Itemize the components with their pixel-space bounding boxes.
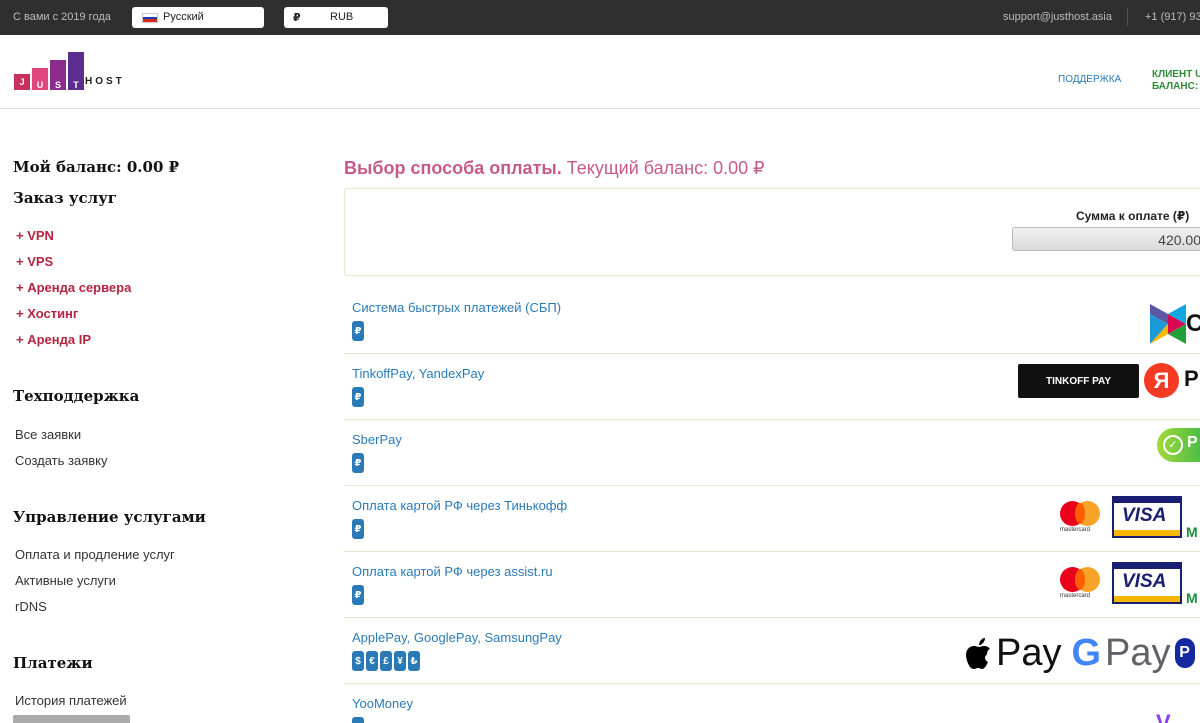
current-balance: Текущий баланс: 0.00 ₽ (561, 158, 765, 178)
my-balance: Мой баланс: 0.00 ₽ (13, 158, 180, 176)
google-icon: G (1071, 631, 1102, 674)
logo-letter-s: S (50, 60, 66, 90)
support-email-link[interactable]: support@justhost.asia (1003, 11, 1112, 23)
payment-method-row[interactable]: ApplePay, GooglePay, SamsungPay $ € £ ¥ … (344, 618, 1200, 684)
currency-badge: ₺ (408, 651, 420, 671)
tinkoff-pay-logo: TINKOFF PAY (1018, 364, 1139, 398)
page-title-main: Выбор способа оплаты. (344, 158, 562, 178)
mastercard-text: mastercard (1060, 527, 1091, 533)
yandex-pay-text: P (1184, 366, 1199, 391)
yoomoney-logo: V (1156, 710, 1171, 723)
russia-flag-icon (142, 13, 158, 23)
payment-method-row[interactable]: Оплата картой РФ через Тинькофф ₽ master… (344, 486, 1200, 552)
currency-badge: ₽ (352, 717, 364, 723)
payment-method-row[interactable]: Оплата картой РФ через assist.ru ₽ maste… (344, 552, 1200, 618)
page-title: Выбор способа оплаты. Текущий баланс: 0.… (344, 158, 765, 179)
currency-select[interactable]: ₽ RUB (284, 7, 388, 28)
currency-badge: € (366, 651, 378, 671)
site-header: J U S T HOST ПОДДЕРЖКА КЛИЕНТ U БАЛАНС: (0, 35, 1200, 109)
currency-label: RUB (330, 11, 354, 23)
payment-method-row[interactable]: SberPay ₽ ✓ P (344, 420, 1200, 486)
order-ip-link[interactable]: + Аренда IP (16, 332, 91, 347)
currency-badge: ₽ (352, 387, 364, 407)
support-heading: Техподдержка (13, 387, 140, 405)
payment-method-row[interactable]: TinkoffPay, YandexPay ₽ TINKOFF PAY Я P (344, 354, 1200, 420)
apple-pay-text: Pay (996, 631, 1062, 674)
payment-method-name[interactable]: TinkoffPay, YandexPay (352, 366, 484, 381)
payment-method-name[interactable]: ApplePay, GooglePay, SamsungPay (352, 630, 562, 645)
visa-logo: VISA (1112, 562, 1182, 604)
currency-badge: ¥ (394, 651, 406, 671)
amount-label: Сумма к оплате (₽) (1076, 209, 1190, 223)
visa-text: VISA (1122, 505, 1167, 526)
ruble-icon: ₽ (293, 12, 301, 24)
sberpay-logo-text: P (1187, 434, 1198, 451)
currency-badge: ₽ (352, 585, 364, 605)
logo-host-text: HOST (85, 76, 125, 87)
order-server-link[interactable]: + Аренда сервера (16, 280, 131, 295)
sbp-logo-text: С (1186, 310, 1200, 337)
divider (1127, 8, 1128, 26)
active-services-link[interactable]: Активные услуги (15, 573, 116, 588)
mastercard-logo: mastercard (1058, 499, 1106, 537)
mir-logo: M (1186, 524, 1198, 540)
logo-letter-u: U (32, 68, 48, 90)
order-services-heading: Заказ услуг (13, 189, 117, 207)
mir-logo: M (1186, 590, 1198, 606)
language-select[interactable]: Русский (132, 7, 264, 28)
mastercard-text: mastercard (1060, 593, 1091, 599)
visa-logo: VISA (1112, 496, 1182, 538)
manage-services-heading: Управление услугами (13, 508, 206, 526)
check-icon: ✓ (1163, 435, 1183, 455)
samsung-pay-icon: P (1174, 638, 1195, 668)
payment-method-row[interactable]: YooMoney ₽ V (344, 684, 1200, 723)
payment-method-name[interactable]: Оплата картой РФ через Тинькофф (352, 498, 567, 513)
currency-badge: ₽ (352, 519, 364, 539)
currency-badge: £ (380, 651, 392, 671)
client-balance: БАЛАНС: (1152, 81, 1199, 92)
currency-badge: $ (352, 651, 364, 671)
payment-history-link[interactable]: История платежей (15, 693, 127, 708)
top-bar: С вами с 2019 года Русский ₽ RUB support… (0, 0, 1200, 35)
rdns-link[interactable]: rDNS (15, 599, 47, 614)
phone-link[interactable]: +1 (917) 93 (1145, 11, 1200, 23)
client-name: КЛИЕНТ U (1152, 69, 1200, 80)
payment-method-name[interactable]: SberPay (352, 432, 402, 447)
sbp-logo-icon: С (1150, 304, 1200, 344)
since-text: С вами с 2019 года (13, 11, 111, 23)
mastercard-logo: mastercard (1058, 565, 1106, 603)
language-label: Русский (163, 11, 204, 23)
visa-text: VISA (1122, 571, 1167, 592)
create-ticket-link[interactable]: Создать заявку (15, 453, 108, 468)
payment-method-name[interactable]: Оплата картой РФ через assist.ru (352, 564, 553, 579)
nav-support-link[interactable]: ПОДДЕРЖКА (1058, 74, 1121, 85)
sberpay-logo: ✓ P (1157, 428, 1200, 462)
order-hosting-link[interactable]: + Хостинг (16, 306, 78, 321)
wallet-pay-logos: Pay G Pay P (966, 628, 1195, 678)
pay-renew-link[interactable]: Оплата и продление услуг (15, 547, 175, 562)
payment-method-name[interactable]: Система быстрых платежей (СБП) (352, 300, 561, 315)
amount-input[interactable]: 420.00 (1012, 227, 1200, 251)
currency-badge: ₽ (352, 453, 364, 473)
payment-method-row[interactable]: Система быстрых платежей (СБП) ₽ С (344, 288, 1200, 354)
apple-icon (966, 638, 990, 669)
justhost-logo[interactable]: J U S T HOST (14, 50, 144, 90)
payments-heading: Платежи (13, 654, 93, 672)
sidebar-button[interactable] (13, 715, 130, 723)
logo-letter-t: T (68, 52, 84, 90)
logo-letter-j: J (14, 74, 30, 90)
payment-amount-box: Сумма к оплате (₽) 420.00 (344, 188, 1200, 276)
payment-method-name[interactable]: YooMoney (352, 696, 413, 711)
order-vpn-link[interactable]: + VPN (16, 228, 54, 243)
client-info[interactable]: КЛИЕНТ U БАЛАНС: (1152, 69, 1200, 93)
yandex-pay-icon: Я (1144, 363, 1179, 398)
google-pay-text: Pay (1105, 631, 1171, 674)
all-tickets-link[interactable]: Все заявки (15, 427, 81, 442)
order-vps-link[interactable]: + VPS (16, 254, 53, 269)
currency-badge: ₽ (352, 321, 364, 341)
